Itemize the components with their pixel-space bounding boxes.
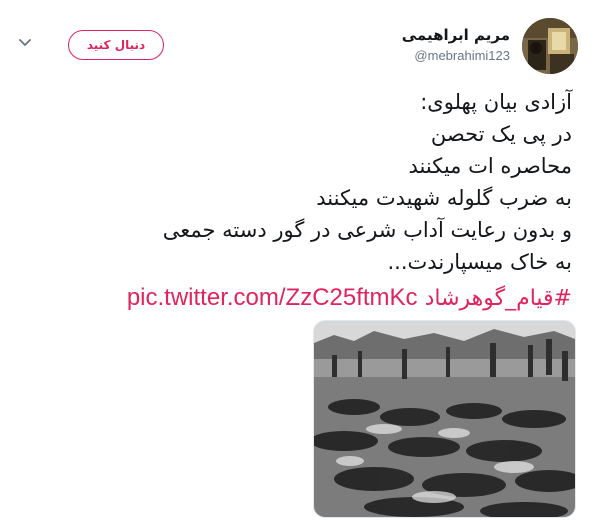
tweet-header: مریم ابراهیمی @mebrahimi123 دنبال کنید: [0, 18, 594, 78]
tweet-line: محاصره ات میکنند: [408, 154, 572, 178]
pic-link[interactable]: pic.twitter.com/ZzC25ftmKc: [127, 284, 418, 311]
tweet-text: آزادی بیان پهلوی: در پی یک تحصن محاصره ا…: [22, 86, 572, 278]
tweet-links: #قیام_گوهرشاد pic.twitter.com/ZzC25ftmKc: [22, 282, 572, 315]
chevron-down-icon[interactable]: [18, 36, 32, 50]
hashtag-link[interactable]: #قیام_گوهرشاد: [425, 286, 572, 311]
author-display-name[interactable]: مریم ابراهیمی: [402, 26, 510, 44]
avatar-photo-icon: [522, 18, 578, 74]
tweet-line: در پی یک تحصن: [430, 122, 572, 146]
tweet-card: مریم ابراهیمی @mebrahimi123 دنبال کنید آ…: [0, 0, 594, 528]
tweet-line: به ضرب گلوله شهیدت میکنند: [316, 186, 572, 210]
author-handle[interactable]: @mebrahimi123: [402, 48, 510, 63]
author-avatar[interactable]: [522, 18, 578, 74]
follow-button[interactable]: دنبال کنید: [68, 30, 164, 60]
tweet-media-photo[interactable]: [313, 320, 576, 518]
tweet-line: به خاک میسپارندت...: [387, 250, 573, 274]
tweet-line: آزادی بیان پهلوی:: [420, 90, 572, 114]
black-and-white-photo-icon: [314, 321, 575, 517]
tweet-line: و بدون رعایت آداب شرعی در گور دسته جمعی: [162, 218, 572, 242]
author-info: مریم ابراهیمی @mebrahimi123: [402, 26, 510, 63]
